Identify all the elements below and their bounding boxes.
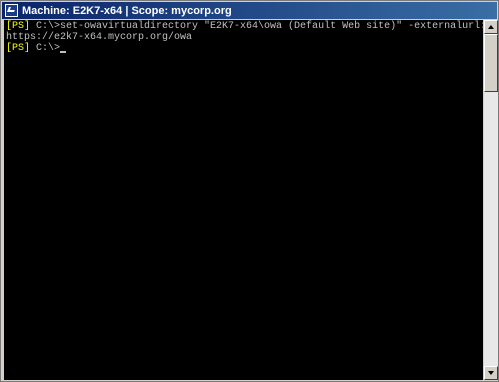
prompt-path-text: C:\> xyxy=(30,43,61,54)
title-bar[interactable]: Machine: E2K7-x64 | Scope: mycorp.org xyxy=(2,2,497,19)
ps-prompt: [PS] xyxy=(6,21,31,32)
arrow-down-icon xyxy=(488,371,494,375)
text-cursor xyxy=(60,51,67,53)
scrollbar-thumb[interactable] xyxy=(484,34,498,92)
powershell-window: Machine: E2K7-x64 | Scope: mycorp.org [P… xyxy=(0,0,499,382)
console-line: https://e2k7-x64.mycorp.org/owa xyxy=(4,32,483,43)
console-line: [PS] C:\>set-owavirtualdirectory "E2K7-x… xyxy=(4,21,483,32)
scroll-down-button[interactable] xyxy=(484,366,498,380)
ps-prompt: [PS] xyxy=(6,43,31,54)
console-output[interactable]: [PS] C:\>set-owavirtualdirectory "E2K7-x… xyxy=(4,20,483,380)
vertical-scrollbar[interactable] xyxy=(484,20,498,380)
window-title: Machine: E2K7-x64 | Scope: mycorp.org xyxy=(22,4,232,17)
command-continuation-text: https://e2k7-x64.mycorp.org/owa xyxy=(6,32,193,43)
command-text: C:\>set-owavirtualdirectory "E2K7-x64\ow… xyxy=(30,21,483,32)
console-line: [PS] C:\> xyxy=(4,43,483,54)
scroll-up-button[interactable] xyxy=(484,20,498,34)
arrow-up-icon xyxy=(488,25,494,29)
powershell-icon[interactable] xyxy=(5,4,18,17)
